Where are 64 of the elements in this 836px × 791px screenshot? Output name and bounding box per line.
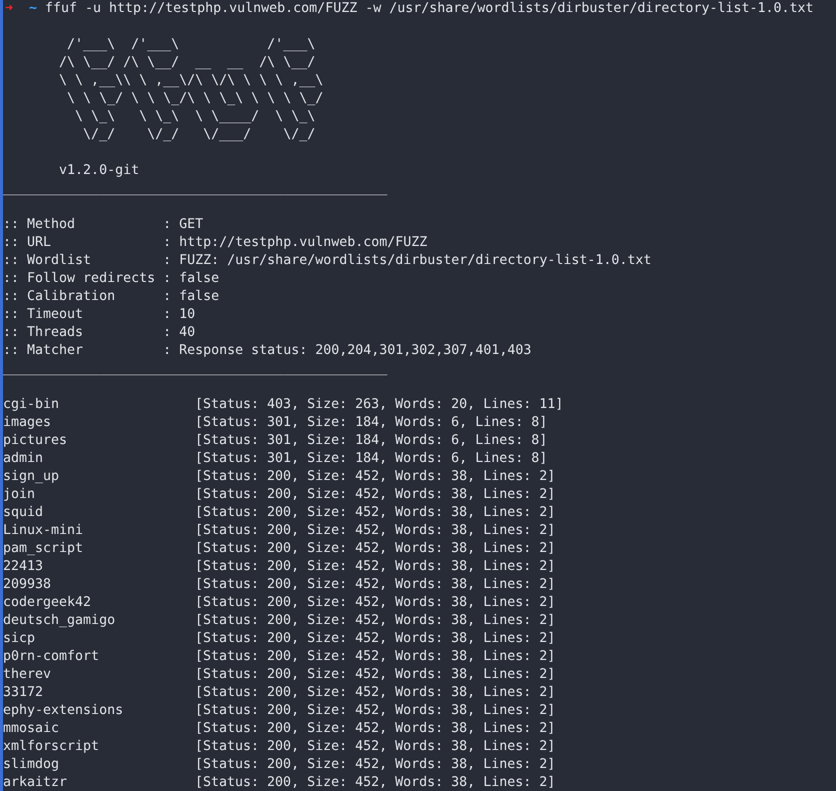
result-info: [Status: 200, Size: 452, Words: 38, Lines: 2] (195, 630, 556, 648)
result-info: [Status: 200, Size: 452, Words: 38, Lines: 2] (195, 576, 556, 594)
result-info: [Status: 200, Size: 452, Words: 38, Lines: 2] (195, 684, 556, 702)
result-path: cgi-bin (3, 396, 60, 414)
result-info: [Status: 200, Size: 452, Words: 38, Lines: 2] (195, 594, 556, 612)
result-path: therev (3, 666, 52, 684)
ascii-art-line: \ \ \_/ \ \ \_/\ \ \_\ \ \ \ \_/ (66, 90, 324, 108)
result-info: [Status: 200, Size: 452, Words: 38, Lines: 2] (195, 558, 556, 576)
result-info: [Status: 200, Size: 452, Words: 38, Lines: 2] (195, 468, 556, 486)
result-path: images (3, 414, 52, 432)
result-info: [Status: 301, Size: 184, Words: 6, Lines: 8] (195, 450, 548, 468)
result-path: join (3, 486, 36, 504)
result-path: sicp (3, 630, 36, 648)
result-info: [Status: 200, Size: 452, Words: 38, Lines: 2] (195, 738, 556, 756)
config-line: :: Matcher : Response status: 200,204,301,302,307,401,403 (3, 342, 532, 360)
command-text: ffuf -u http://testphp.vulnweb.com/FUZZ -w /usr/share/wordlists/dirbuster/directory-list-1.0.txt (45, 0, 814, 18)
result-path: xmlforscript (3, 738, 100, 756)
result-info: [Status: 200, Size: 452, Words: 38, Lines: 2] (195, 756, 556, 774)
result-info: [Status: 200, Size: 452, Words: 38, Lines: 2] (195, 720, 556, 738)
result-path: deutsch_gamigo (3, 612, 116, 630)
result-path: 209938 (3, 576, 52, 594)
result-path: 22413 (3, 558, 44, 576)
result-path: 33172 (3, 684, 44, 702)
config-line: :: Follow redirects : false (3, 270, 220, 288)
result-path: p0rn-comfort (3, 648, 100, 666)
config-line: :: Wordlist : FUZZ: /usr/share/wordlists/dirbuster/directory-list-1.0.txt (3, 252, 652, 270)
result-info: [Status: 200, Size: 452, Words: 38, Lines: 2] (195, 540, 556, 558)
ascii-art-line: /'___\ /'___\ /'___\ (66, 36, 316, 54)
result-info: [Status: 200, Size: 452, Words: 38, Lines: 2] (195, 648, 556, 666)
prompt-directory: ~ (29, 0, 38, 18)
result-path: codergeek42 (3, 594, 92, 612)
config-line: :: Timeout : 10 (3, 306, 196, 324)
result-path: arkaitzr (3, 774, 68, 791)
result-path: mmosaic (3, 720, 60, 738)
config-line: :: Calibration : false (3, 288, 220, 306)
ascii-art-line: \ \_\ \ \_\ \ \____/ \ \_\ (74, 108, 316, 126)
prompt-arrow: ➜ (4, 0, 14, 18)
result-info: [Status: 301, Size: 184, Words: 6, Lines: 8] (195, 432, 548, 450)
result-path: slimdog (3, 756, 60, 774)
config-line: :: Method : GET (3, 216, 204, 234)
result-path: Linux-mini (3, 522, 84, 540)
result-info: [Status: 200, Size: 452, Words: 38, Lines: 2] (195, 666, 556, 684)
result-info: [Status: 200, Size: 452, Words: 38, Lines: 2] (195, 702, 556, 720)
result-info: [Status: 200, Size: 452, Words: 38, Lines: 2] (195, 486, 556, 504)
result-info: [Status: 403, Size: 263, Words: 20, Lines: 11] (195, 396, 564, 414)
result-path: sign_up (3, 468, 60, 486)
config-line: :: URL : http://testphp.vulnweb.com/FUZZ (3, 234, 428, 252)
result-path: pictures (3, 432, 68, 450)
result-info: [Status: 200, Size: 452, Words: 38, Lines: 2] (195, 774, 556, 791)
result-path: admin (3, 450, 44, 468)
separator-line: ________________________________________________ (3, 180, 388, 198)
separator-line: ________________________________________________ (3, 360, 388, 378)
result-info: [Status: 301, Size: 184, Words: 6, Lines: 8] (195, 414, 548, 432)
ascii-art-line: \ \ ,__\\ \ ,__\/\ \/\ \ \ \ ,__\ (58, 72, 324, 90)
result-info: [Status: 200, Size: 452, Words: 38, Lines: 2] (195, 522, 556, 540)
result-info: [Status: 200, Size: 452, Words: 38, Lines: 2] (195, 612, 556, 630)
config-line: :: Threads : 40 (3, 324, 196, 342)
result-path: squid (3, 504, 44, 522)
result-path: ephy-extensions (3, 702, 124, 720)
ascii-art-line: \/_/ \/_/ \/___/ \/_/ (82, 126, 316, 144)
ascii-art-line: /\ \__/ /\ \__/ __ __ /\ \__/ (58, 54, 316, 72)
version-text: v1.2.0-git (58, 162, 140, 180)
result-path: pam_script (3, 540, 84, 558)
result-info: [Status: 200, Size: 452, Words: 38, Lines: 2] (195, 504, 556, 522)
